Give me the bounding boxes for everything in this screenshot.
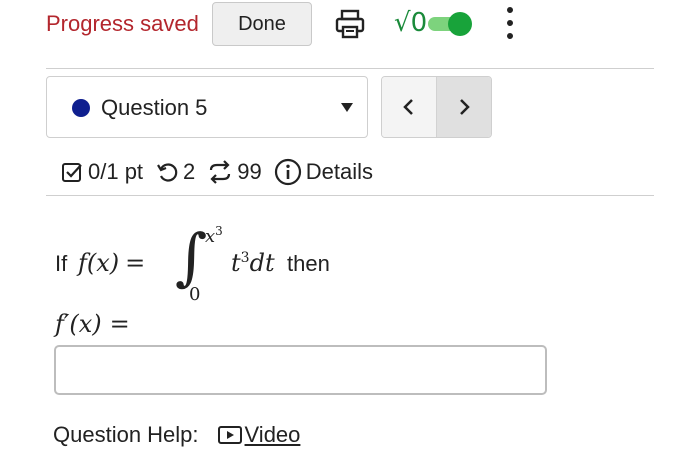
question-help-label: Question Help: xyxy=(53,422,199,447)
kebab-dot xyxy=(507,33,513,39)
integrand-exponent: 3 xyxy=(240,250,250,266)
math-entry-label: √0 xyxy=(394,8,428,38)
video-link-label: Video xyxy=(244,422,301,447)
versions-count: 99 xyxy=(237,159,262,184)
chevron-right-icon xyxy=(460,99,470,115)
chevron-left-icon xyxy=(403,99,413,115)
question-status-dot xyxy=(72,99,90,117)
kebab-menu-icon xyxy=(507,7,513,13)
question-select[interactable]: Question 5 xyxy=(46,76,368,138)
answer-prompt: f′(x) = xyxy=(55,310,130,338)
prompt-equals-sign: = xyxy=(109,310,130,338)
question-pager xyxy=(381,76,492,138)
question-suffix: then xyxy=(287,251,330,276)
function-lhs: f(x) = xyxy=(78,249,145,277)
details-link[interactable]: Details xyxy=(306,159,373,185)
video-icon xyxy=(217,426,242,444)
print-button[interactable] xyxy=(332,6,368,42)
divider xyxy=(46,195,654,196)
save-status: Progress saved xyxy=(46,11,199,36)
video-help-link[interactable]: Video xyxy=(217,422,301,448)
toggle-knob xyxy=(448,12,472,36)
versions-icon xyxy=(207,160,233,184)
differential: dt xyxy=(249,249,275,277)
answer-input[interactable] xyxy=(54,345,547,395)
next-question-button[interactable] xyxy=(436,77,491,137)
kebab-dot xyxy=(507,20,513,26)
upper-limit-base: x xyxy=(205,226,216,247)
question-prefix: If xyxy=(55,251,68,276)
upper-limit: x3 xyxy=(205,224,223,247)
upper-limit-exponent: 3 xyxy=(215,224,223,238)
question-meta: 0/1 pt 2 99 Details xyxy=(60,157,385,187)
score-text: 0/1 pt xyxy=(88,159,144,184)
done-button[interactable]: Done xyxy=(212,2,312,46)
lower-limit: 0 xyxy=(189,284,201,305)
question-help: Question Help: Video xyxy=(53,422,300,448)
lhs-expression: f(x) xyxy=(78,249,120,277)
printer-icon xyxy=(335,9,365,39)
integrand: t3dt xyxy=(231,249,275,277)
question-statement: If f(x) = ∫ x3 0 t3dt then xyxy=(55,220,455,306)
attempts-count: 2 xyxy=(183,159,196,184)
previous-question-button[interactable] xyxy=(382,77,436,137)
equals-sign: = xyxy=(125,249,146,277)
integrand-base: t xyxy=(231,249,241,277)
score-checkbox-icon xyxy=(60,160,84,184)
info-icon[interactable] xyxy=(274,158,302,186)
caret-down-icon xyxy=(341,103,353,112)
math-entry-toggle[interactable] xyxy=(428,12,474,36)
question-select-label: Question 5 xyxy=(101,95,208,120)
derivative-expression: f′(x) xyxy=(55,310,102,338)
retry-icon xyxy=(155,160,179,184)
integral-sign: ∫ xyxy=(175,220,208,293)
divider xyxy=(46,68,654,69)
more-options-button[interactable] xyxy=(500,5,520,41)
